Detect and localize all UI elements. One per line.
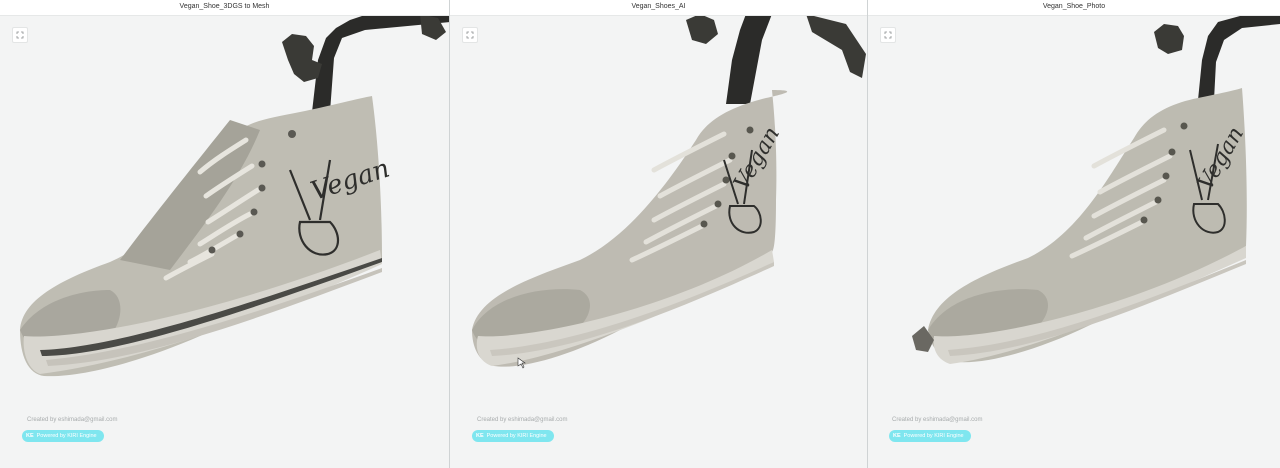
model-title: Vegan_Shoe_Photo: [868, 0, 1280, 16]
expand-icon: [16, 31, 24, 39]
powered-by-label: Powered by KIRI Engine: [903, 433, 964, 439]
shoe: Vegan: [912, 88, 1249, 364]
powered-by-label: Powered by KIRI Engine: [486, 433, 547, 439]
expand-icon: [884, 31, 892, 39]
viewer-row: Vegan_Shoe_3DGS to Mesh Vegan Created by…: [0, 0, 1280, 468]
model-viewer-1[interactable]: Vegan_Shoe_3DGS to Mesh Vegan Created by…: [0, 0, 450, 468]
kiri-logo: KE: [26, 433, 34, 439]
powered-by-badge[interactable]: KE Powered by KIRI Engine: [889, 430, 971, 442]
stand: [1154, 14, 1280, 100]
model-title: Vegan_Shoes_AI: [450, 0, 867, 16]
shoe-model[interactable]: Vegan: [450, 0, 868, 468]
kiri-logo: KE: [476, 433, 484, 439]
fullscreen-button[interactable]: [880, 27, 896, 43]
shoe: Vegan: [20, 96, 393, 377]
shoe: Vegan: [472, 90, 788, 367]
expand-icon: [466, 31, 474, 39]
creator-credit: Created by eshimada@gmail.com: [27, 417, 118, 423]
fullscreen-button[interactable]: [462, 27, 478, 43]
shoe-model[interactable]: Vegan: [868, 0, 1280, 468]
model-title: Vegan_Shoe_3DGS to Mesh: [0, 0, 449, 16]
creator-credit: Created by eshimada@gmail.com: [477, 417, 568, 423]
powered-by-badge[interactable]: KE Powered by KIRI Engine: [22, 430, 104, 442]
fullscreen-button[interactable]: [12, 27, 28, 43]
powered-by-label: Powered by KIRI Engine: [36, 433, 97, 439]
shoe-model[interactable]: Vegan: [0, 0, 450, 468]
creator-credit: Created by eshimada@gmail.com: [892, 417, 983, 423]
model-viewer-3[interactable]: Vegan_Shoe_Photo Vegan Created by eshima…: [868, 0, 1280, 468]
model-viewer-2[interactable]: Vegan_Shoes_AI Vegan Created by eshimada…: [450, 0, 868, 468]
powered-by-badge[interactable]: KE Powered by KIRI Engine: [472, 430, 554, 442]
kiri-logo: KE: [893, 433, 901, 439]
